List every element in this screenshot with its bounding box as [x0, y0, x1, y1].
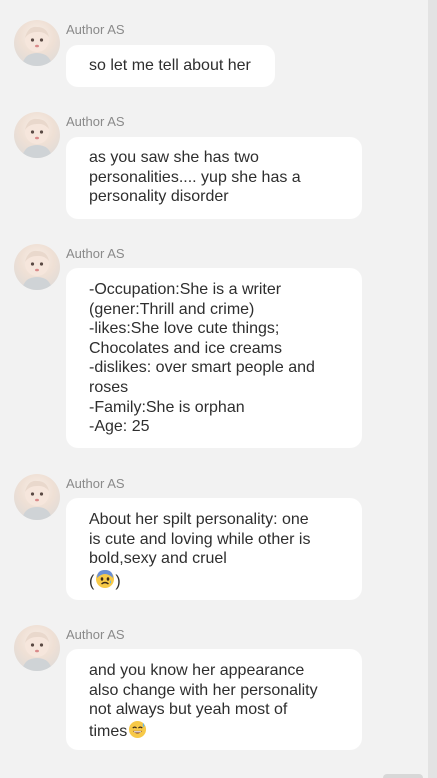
message-line-with-emoji: times	[89, 720, 340, 745]
message-line: About her spilt personality: one	[89, 511, 309, 528]
message-line: is cute and loving while other is	[89, 530, 311, 548]
message-line: so let me tell about her	[89, 57, 251, 74]
message-line: -Age: 25	[89, 418, 150, 436]
message-line: -dislikes: over smart people and	[89, 359, 315, 377]
message-bubble[interactable]: and you know her appearance also change …	[66, 649, 362, 750]
message-line: -Occupation:She is a writer	[89, 281, 282, 298]
author-name: Author AS	[66, 246, 125, 261]
author-avatar[interactable]	[14, 20, 60, 66]
author-name: Author AS	[66, 22, 125, 37]
message-line: -likes:She love cute things;	[89, 320, 280, 338]
message-bubble[interactable]: as you saw she has two personalities....…	[66, 137, 362, 219]
message-line: bold,sexy and cruel	[89, 550, 227, 568]
message-line: also change with her personality	[89, 681, 318, 699]
message-line: Chocolates and ice creams	[89, 339, 282, 357]
message-line: not always but yeah most of	[89, 701, 288, 719]
message-line: (gener:Thrill and crime)	[89, 300, 255, 318]
author-name: Author AS	[66, 114, 125, 129]
message-line: -Family:She is orphan	[89, 398, 245, 416]
paren-open: (	[89, 572, 95, 590]
sweat-smile-icon	[128, 720, 147, 745]
author-avatar[interactable]	[14, 625, 60, 671]
message-bubble[interactable]: so let me tell about her	[66, 45, 275, 87]
message-bubble[interactable]: -Occupation:She is a writer (gener:Thril…	[66, 268, 362, 448]
paren-close: )	[115, 572, 121, 590]
message-line: as you saw she has two	[89, 149, 259, 166]
author-avatar[interactable]	[14, 474, 60, 520]
author-name: Author AS	[66, 476, 125, 491]
message-line: times	[89, 722, 128, 740]
message-emoji-line: ()	[89, 569, 340, 595]
message-bubble[interactable]: About her spilt personality: one is cute…	[66, 498, 362, 600]
chat-thread: Author AS so let me tell about her Autho…	[0, 0, 428, 778]
message-line: and you know her appearance	[89, 662, 305, 679]
author-name: Author AS	[66, 627, 125, 642]
message-line: personality disorder	[89, 188, 229, 206]
message-line: personalities.... yup she has a	[89, 168, 301, 186]
message-line: roses	[89, 378, 129, 396]
bottom-handle	[383, 774, 423, 778]
scrollbar[interactable]	[428, 0, 437, 778]
author-avatar[interactable]	[14, 112, 60, 158]
anxious-face-icon	[95, 569, 115, 595]
author-avatar[interactable]	[14, 244, 60, 290]
